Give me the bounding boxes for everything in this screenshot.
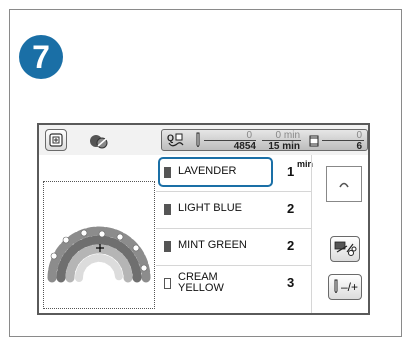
color-total: 6	[356, 141, 362, 152]
thread-name: LAVENDER	[178, 165, 237, 177]
needle-icon	[196, 132, 200, 147]
thread-count: 3	[287, 275, 295, 290]
q-thread-icon: Q	[167, 133, 184, 147]
time-total: 15 min	[268, 141, 300, 152]
thread-cut-button[interactable]	[330, 236, 360, 262]
arch-icon	[339, 182, 349, 188]
needle-icon	[334, 279, 338, 293]
svg-text:Q: Q	[167, 133, 174, 143]
embroidery-frame-button[interactable]	[45, 129, 67, 151]
rainbow-pattern-image	[47, 226, 151, 283]
presser-foot-preview	[326, 166, 362, 202]
thread-tension-button[interactable]: –/+	[328, 274, 362, 300]
thread-count: 2	[287, 238, 295, 253]
thread-swatch	[164, 241, 171, 252]
lcd-screen: Q 0 4854 0 min 15 min 0 6 min LAVENDER 1…	[37, 123, 370, 315]
thread-swatch	[164, 167, 171, 178]
tension-label: –/+	[340, 280, 358, 294]
thread-name: LIGHT BLUE	[178, 202, 242, 214]
thread-row-mint-green[interactable]: MINT GREEN 2	[156, 229, 311, 266]
scissors-icon	[334, 241, 357, 256]
thread-swatch	[164, 278, 171, 289]
thread-name-line2: YELLOW	[178, 282, 224, 294]
hoop-icon	[49, 133, 63, 147]
presser-foot-icon	[89, 133, 109, 149]
thread-row-cream-yellow[interactable]: CREAM YELLOW 3	[156, 266, 311, 303]
thread-count: 2	[287, 201, 295, 216]
thread-swatch	[164, 204, 171, 215]
spool-icon	[309, 135, 319, 147]
thread-row-lavender[interactable]: LAVENDER 1	[156, 155, 311, 192]
step-number-badge: 7	[19, 35, 63, 79]
pattern-preview	[43, 181, 155, 309]
stitch-status-bar: Q 0 4854 0 min 15 min 0 6	[161, 129, 368, 152]
thread-name: MINT GREEN	[178, 239, 247, 251]
stitch-total: 4854	[233, 141, 256, 152]
thread-row-light-blue[interactable]: LIGHT BLUE 2	[156, 192, 311, 229]
thread-count: 1	[287, 164, 295, 179]
